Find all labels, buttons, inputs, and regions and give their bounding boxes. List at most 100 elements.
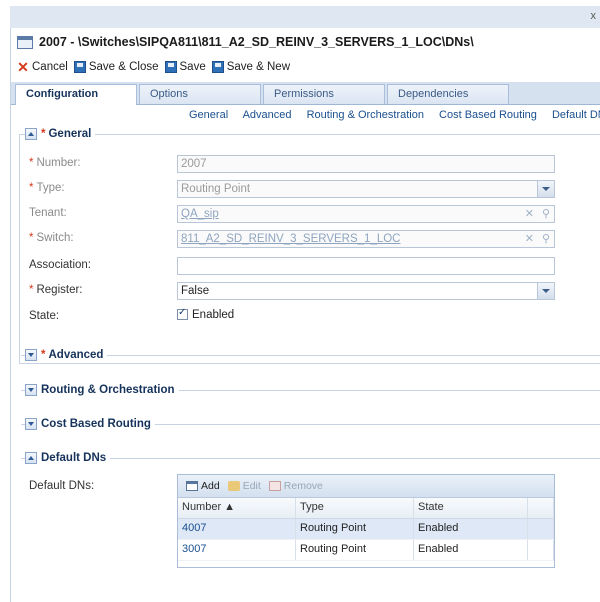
cancel-button[interactable]: ✕ Cancel — [17, 59, 68, 75]
type-label: * Type: — [29, 182, 65, 194]
column-header-number[interactable]: Number ▲ — [178, 498, 296, 518]
routing-title: Routing & Orchestration — [41, 384, 175, 396]
clear-icon[interactable]: ✕ — [525, 207, 534, 220]
number-label: * Number: — [29, 157, 81, 169]
tab-configuration[interactable]: Configuration — [15, 84, 137, 105]
chevron-down-icon[interactable] — [537, 283, 554, 299]
state-checkbox[interactable] — [177, 307, 188, 320]
save-new-label: Save & New — [226, 61, 290, 73]
window-icon — [17, 35, 33, 49]
state-value: Enabled — [192, 309, 235, 321]
required-icon: * — [41, 349, 46, 361]
save-icon — [73, 61, 86, 73]
cell-state: Enabled — [414, 540, 528, 560]
save-new-button[interactable]: Save & New — [211, 61, 290, 73]
expand-icon[interactable] — [25, 349, 37, 361]
tab-permissions[interactable]: Permissions — [263, 84, 385, 104]
add-icon — [186, 481, 198, 491]
clear-icon[interactable]: ✕ — [525, 232, 534, 245]
routing-section-header[interactable]: Routing & Orchestration — [25, 384, 179, 396]
grid-toolbar: Add Edit Remove — [178, 475, 554, 498]
cost-section-header[interactable]: Cost Based Routing — [25, 418, 155, 430]
advanced-title: Advanced — [48, 349, 104, 361]
edit-button[interactable]: Edit — [227, 480, 261, 492]
cell-filler — [528, 519, 554, 539]
default-dns-label: Default DNs: — [29, 480, 95, 492]
state-checkbox-group[interactable]: Enabled — [177, 307, 235, 321]
tenant-field[interactable]: QA_sip ✕ ⚲ — [177, 205, 555, 223]
cell-type: Routing Point — [296, 540, 414, 560]
cancel-label: Cancel — [32, 61, 68, 73]
top-strip: x — [10, 6, 600, 29]
default-dns-grid: Add Edit Remove Number ▲ Type State 4007… — [177, 474, 555, 568]
table-row[interactable]: 3007 Routing Point Enabled — [178, 540, 554, 561]
search-icon[interactable]: ⚲ — [542, 232, 550, 245]
expand-icon[interactable] — [25, 418, 37, 430]
column-header-filler — [528, 498, 554, 518]
column-header-type[interactable]: Type — [296, 498, 414, 518]
section-links: General Advanced Routing & Orchestration… — [189, 109, 600, 121]
cell-number[interactable]: 4007 — [178, 519, 296, 539]
cell-number[interactable]: 3007 — [178, 540, 296, 560]
dn-editor-window: 2007 - \Switches\SIPQA811\811_A2_SD_REIN… — [10, 28, 600, 602]
default-dns-section-header[interactable]: Default DNs — [25, 452, 111, 464]
type-value: Routing Point — [181, 183, 251, 195]
general-section-header[interactable]: * General — [25, 128, 96, 140]
cell-state: Enabled — [414, 519, 528, 539]
remove-button[interactable]: Remove — [268, 480, 323, 492]
tab-dependencies[interactable]: Dependencies — [387, 84, 509, 104]
link-default-dns[interactable]: Default DNs — [552, 109, 600, 121]
remove-icon — [268, 481, 281, 491]
collapse-icon[interactable] — [25, 452, 37, 464]
register-value: False — [181, 285, 210, 297]
save-close-button[interactable]: Save & Close — [73, 61, 159, 73]
collapse-icon[interactable] — [25, 128, 37, 140]
remove-label: Remove — [283, 480, 323, 492]
toolbar: ✕ Cancel Save & Close Save Save & New — [11, 56, 600, 78]
number-field[interactable]: 2007 — [177, 155, 555, 173]
column-header-state[interactable]: State — [414, 498, 528, 518]
save-icon — [164, 61, 177, 73]
chevron-down-icon[interactable] — [537, 181, 554, 197]
cancel-icon: ✕ — [17, 59, 29, 75]
expand-icon[interactable] — [25, 384, 37, 396]
switch-field[interactable]: 811_A2_SD_REINV_3_SERVERS_1_LOC ✕ ⚲ — [177, 230, 555, 248]
tab-options[interactable]: Options — [139, 84, 261, 104]
table-row[interactable]: 4007 Routing Point Enabled — [178, 519, 554, 540]
link-cost-based-routing[interactable]: Cost Based Routing — [439, 109, 537, 121]
switch-label: * Switch: — [29, 232, 74, 244]
tab-strip: Configuration Options Permissions Depend… — [11, 82, 600, 105]
association-input[interactable] — [177, 257, 555, 275]
advanced-section-header[interactable]: * Advanced — [25, 349, 108, 361]
save-button[interactable]: Save — [164, 61, 206, 73]
default-dns-title: Default DNs — [41, 452, 107, 464]
search-icon[interactable]: ⚲ — [542, 207, 550, 220]
register-label: * Register: — [29, 284, 83, 296]
association-label: Association: — [29, 259, 92, 271]
grid-header: Number ▲ Type State — [178, 498, 554, 519]
save-label: Save — [179, 61, 206, 73]
link-routing-orchestration[interactable]: Routing & Orchestration — [307, 109, 424, 121]
switch-value: 811_A2_SD_REINV_3_SERVERS_1_LOC — [181, 233, 401, 245]
link-general[interactable]: General — [189, 109, 228, 121]
window-title-bar: 2007 - \Switches\SIPQA811\811_A2_SD_REIN… — [11, 30, 600, 54]
state-label: State: — [29, 310, 60, 322]
type-select[interactable]: Routing Point — [177, 180, 555, 198]
add-label: Add — [201, 480, 220, 492]
tenant-label: Tenant: — [29, 207, 67, 219]
close-icon[interactable]: x — [591, 10, 597, 22]
link-advanced[interactable]: Advanced — [243, 109, 292, 121]
cost-title: Cost Based Routing — [41, 418, 151, 430]
cell-filler — [528, 540, 554, 560]
cell-type: Routing Point — [296, 519, 414, 539]
register-select[interactable]: False — [177, 282, 555, 300]
general-title: General — [48, 128, 92, 140]
window-title: 2007 - \Switches\SIPQA811\811_A2_SD_REIN… — [39, 35, 474, 49]
edit-label: Edit — [242, 480, 261, 492]
add-button[interactable]: Add — [186, 480, 220, 492]
divider — [21, 355, 600, 356]
required-icon: * — [41, 128, 46, 140]
edit-icon — [227, 481, 240, 491]
save-icon — [211, 61, 224, 73]
save-close-label: Save & Close — [88, 61, 159, 73]
